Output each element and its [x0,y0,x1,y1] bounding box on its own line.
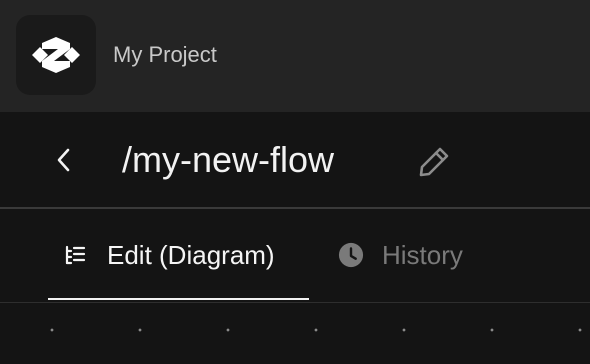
chevron-left-icon [57,148,70,172]
project-name: My Project [113,42,217,67]
app-window: My Project /my-new-flow Edit (Diagram) H… [0,0,590,364]
pencil-icon [419,147,449,177]
tab-edit-diagram-label: Edit (Diagram) [107,239,275,270]
flow-title: /my-new-flow [122,139,335,180]
tab-history-label: History [382,239,463,270]
view-tabs: Edit (Diagram) History [0,209,590,302]
tab-edit-diagram[interactable]: Edit (Diagram) [48,209,309,300]
active-tab-indicator [48,298,309,300]
flow-title-bar: /my-new-flow [0,112,590,208]
back-button[interactable] [46,140,82,180]
diagram-canvas[interactable] [0,303,590,364]
project-logo-icon [32,37,80,73]
clock-icon [338,242,364,268]
project-header: My Project [0,0,590,112]
diagram-list-icon [62,242,88,268]
edit-title-button[interactable] [414,142,454,182]
project-logo[interactable] [16,15,96,95]
tab-history[interactable]: History [338,209,498,300]
